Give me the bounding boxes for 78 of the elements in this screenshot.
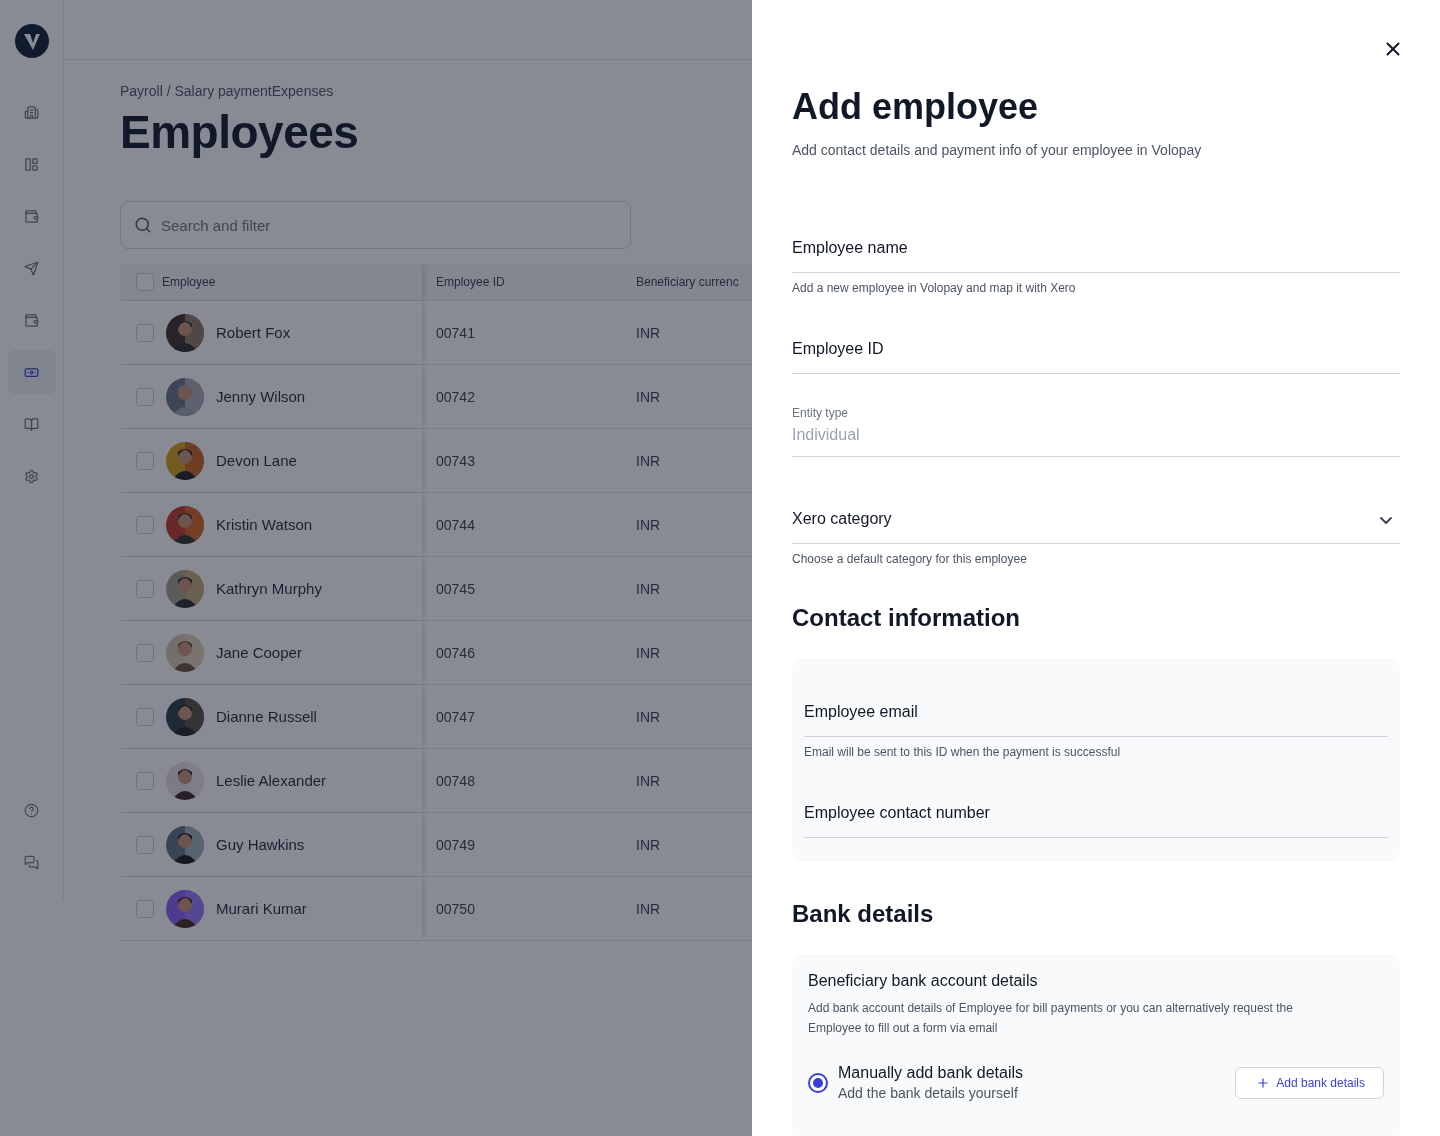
option-description: Add the bank details yourself — [838, 1085, 1019, 1101]
checkbox[interactable] — [136, 515, 154, 534]
checkbox[interactable] — [136, 771, 154, 790]
layout-icon — [24, 156, 39, 172]
table-cell: INR — [636, 708, 661, 725]
table-cell: INR — [636, 516, 661, 533]
page-title: Employees — [120, 105, 360, 159]
card-description: Add bank account details of Employee for bill payments or you can alternatively request the Employee to fill out a form via email — [808, 1000, 1294, 1037]
employee-name: Kathryn Murphy — [216, 580, 322, 597]
checkbox[interactable] — [136, 899, 154, 918]
table-cell: 00745 — [436, 580, 475, 597]
table-cell: INR — [636, 388, 661, 405]
table-cell: 00748 — [436, 772, 475, 789]
table-cell: 00750 — [436, 900, 475, 917]
column-header: Employee — [162, 275, 216, 289]
option-label: Manually add bank details — [838, 1064, 1024, 1082]
checkbox[interactable] — [136, 835, 154, 854]
employee-name: Leslie Alexander — [216, 772, 327, 789]
sidebar-item[interactable] — [7, 350, 56, 394]
table-cell: 00744 — [436, 516, 475, 533]
helper-text: Add a new employee in Volopay and map it with Xero — [792, 281, 1077, 295]
search-icon — [134, 216, 152, 234]
helper-text: Choose a default category for this employee — [792, 552, 1028, 566]
section-title: Bank details — [792, 900, 935, 928]
table-cell: 00747 — [436, 708, 475, 725]
search-field[interactable]: Search and filter — [120, 201, 631, 249]
table-cell: INR — [636, 644, 661, 661]
helper-text: Email will be sent to this ID when the payment is successful — [804, 745, 1122, 759]
checkbox[interactable] — [136, 387, 154, 406]
chevron-down-icon — [1380, 517, 1392, 524]
table-cell: INR — [636, 772, 661, 789]
employee-name: Dianne Russell — [216, 708, 317, 725]
checkbox[interactable] — [136, 643, 154, 662]
section-title: Contact information — [792, 604, 1021, 632]
checkbox[interactable] — [136, 707, 154, 726]
employee-name: Kristin Watson — [216, 516, 313, 533]
field-value: Individual — [792, 426, 861, 444]
radio-button[interactable] — [808, 1072, 828, 1093]
input-field[interactable]: Employee contact number — [804, 759, 1388, 838]
employee-name: Jenny Wilson — [216, 388, 306, 405]
table-cell: INR — [636, 580, 661, 597]
input-field[interactable]: Employee email — [804, 658, 1388, 737]
drawer-subtitle: Add contact details and payment info of your employee in Volopay — [792, 142, 1203, 158]
employee-name: Devon Lane — [216, 452, 297, 469]
card-title: Beneficiary bank account details — [808, 972, 1039, 990]
table-cell: 00749 — [436, 836, 475, 853]
chat-icon — [24, 854, 39, 870]
employee-name: Guy Hawkins — [216, 836, 305, 853]
employee-name: Jane Cooper — [216, 644, 302, 661]
drawer-title: Add employee — [792, 86, 1040, 128]
table-cell: INR — [636, 900, 661, 917]
table-cell: 00741 — [436, 324, 475, 341]
plus-icon — [1256, 1075, 1271, 1090]
table-cell: INR — [636, 836, 661, 853]
table-cell: 00746 — [436, 644, 475, 661]
column-header: Beneficiary currenc — [636, 275, 739, 289]
column-header: Employee ID — [436, 275, 505, 289]
checkbox[interactable] — [136, 451, 154, 470]
settings-icon — [24, 468, 39, 484]
employee-name: Murari Kumar — [216, 900, 307, 917]
send-icon — [24, 260, 39, 276]
table-cell: 00742 — [436, 388, 475, 405]
building-icon — [24, 104, 39, 120]
help-icon — [24, 802, 39, 818]
table-cell: INR — [636, 452, 661, 469]
table-cell: INR — [636, 324, 661, 341]
logo-icon[interactable] — [14, 24, 49, 58]
checkbox[interactable] — [136, 579, 154, 598]
wallet-icon — [24, 208, 39, 224]
add-bank-details-button[interactable]: Add bank details — [1235, 1066, 1384, 1099]
field-label: Entity type — [792, 406, 850, 420]
breadcrumb: Payroll / Salary paymentExpenses — [120, 83, 335, 99]
wallet-icon — [24, 312, 39, 328]
employee-name: Robert Fox — [216, 324, 291, 341]
checkbox[interactable] — [136, 323, 154, 342]
book-icon — [24, 416, 39, 432]
table-cell: 00743 — [436, 452, 475, 469]
checkbox[interactable] — [136, 273, 154, 291]
